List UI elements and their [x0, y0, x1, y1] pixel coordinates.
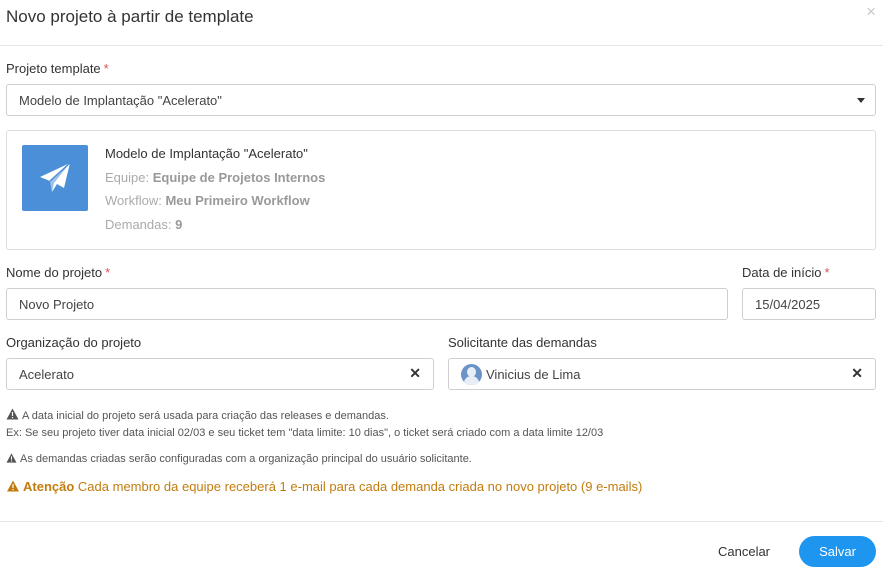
template-workflow: Workflow: Meu Primeiro Workflow — [105, 193, 310, 208]
required-mark: * — [824, 265, 830, 280]
template-workflow-label: Workflow: — [105, 193, 162, 208]
template-label-text: Projeto template — [6, 61, 101, 76]
requester-label: Solicitante das demandas — [448, 335, 597, 350]
warning-icon — [6, 453, 17, 463]
template-label: Projeto template * — [6, 61, 109, 76]
template-team-value: Equipe de Projetos Internos — [152, 170, 326, 185]
clear-requester-icon[interactable]: ✕ — [851, 365, 863, 382]
date-note-line1: A data inicial do projeto será usada par… — [22, 410, 389, 422]
paper-plane-icon — [22, 145, 88, 211]
project-name-value: Novo Projeto — [19, 296, 95, 312]
template-preview-card: Modelo de Implantação "Acelerato" Equipe… — [6, 130, 876, 250]
warning-icon — [7, 480, 19, 492]
date-note: A data inicial do projeto será usada par… — [6, 408, 603, 442]
organization-value: Acelerato — [19, 366, 74, 382]
template-workflow-value: Meu Primeiro Workflow — [165, 193, 310, 208]
start-date-value: 15/04/2025 — [755, 296, 821, 312]
required-mark: * — [105, 265, 111, 280]
template-name: Modelo de Implantação "Acelerato" — [105, 146, 308, 161]
template-demands: Demandas: 9 — [105, 217, 182, 232]
dialog-header: Novo projeto à partir de template × — [0, 0, 883, 46]
template-team: Equipe: Equipe de Projetos Internos — [105, 170, 325, 185]
template-select[interactable]: Modelo de Implantação "Acelerato" — [6, 84, 876, 116]
template-demands-value: 9 — [175, 217, 183, 232]
project-name-label-text: Nome do projeto — [6, 265, 103, 280]
clear-organization-icon[interactable]: ✕ — [409, 365, 421, 382]
organization-label: Organização do projeto — [6, 335, 142, 350]
project-name-label: Nome do projeto * — [6, 265, 110, 280]
requester-select[interactable]: Vinicius de Lima ✕ — [448, 358, 876, 390]
save-button[interactable]: Salvar — [799, 536, 876, 567]
avatar — [461, 363, 482, 385]
dialog-title: Novo projeto à partir de template — [6, 7, 254, 26]
organization-note-text: As demandas criadas serão configuradas c… — [20, 453, 472, 465]
start-date-input[interactable]: 15/04/2025 — [742, 288, 876, 320]
organization-note: As demandas criadas serão configuradas c… — [6, 451, 472, 468]
template-demands-label: Demandas: — [105, 217, 172, 232]
start-date-label-text: Data de início — [742, 265, 822, 280]
attention-label: Atenção — [23, 479, 75, 494]
cancel-button[interactable]: Cancelar — [707, 536, 781, 566]
start-date-label: Data de início * — [742, 265, 830, 280]
template-team-label: Equipe: — [105, 170, 150, 185]
project-name-input[interactable]: Novo Projeto — [6, 288, 728, 320]
attention-note: Atenção Cada membro da equipe receberá 1… — [6, 479, 642, 494]
template-select-value: Modelo de Implantação "Acelerato" — [19, 92, 222, 108]
warning-icon — [6, 408, 19, 420]
chevron-down-icon — [857, 98, 865, 103]
close-icon[interactable]: × — [866, 3, 876, 21]
date-note-line2: Ex: Se seu projeto tiver data inicial 02… — [6, 427, 604, 439]
requester-value: Vinicius de Lima — [486, 366, 581, 382]
attention-text: Cada membro da equipe receberá 1 e-mail … — [77, 479, 643, 494]
required-mark: * — [103, 61, 109, 76]
organization-select[interactable]: Acelerato ✕ — [6, 358, 434, 390]
